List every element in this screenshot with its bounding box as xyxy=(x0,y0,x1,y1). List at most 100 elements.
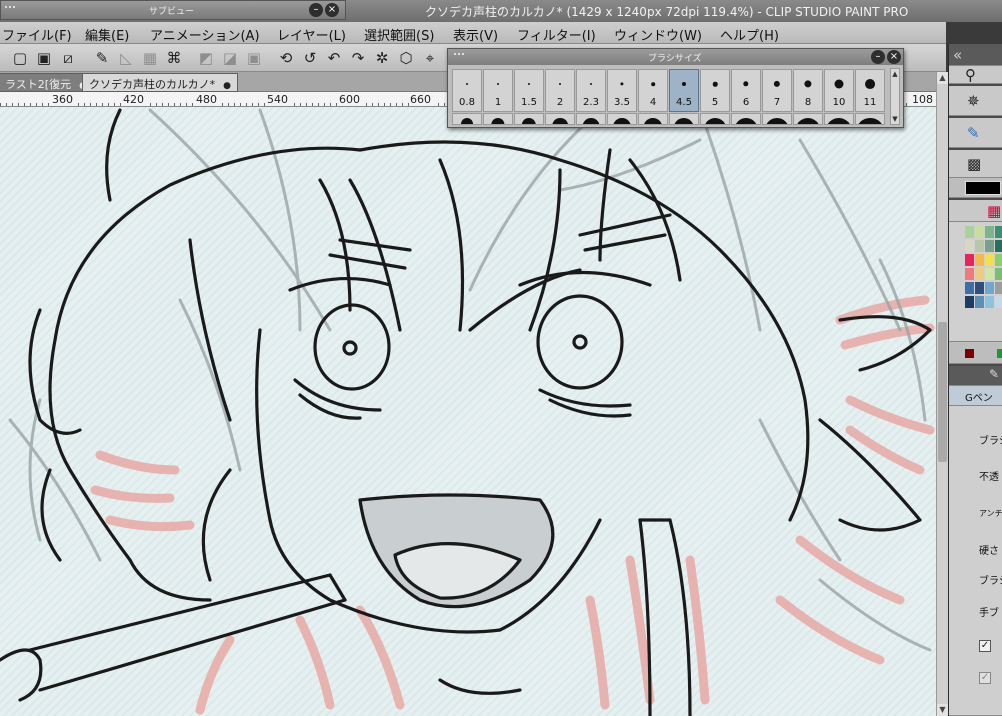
scroll-down-icon[interactable]: ▼ xyxy=(937,704,948,716)
menu-selection[interactable]: 選択範囲(S) xyxy=(364,25,434,44)
color-swatch[interactable] xyxy=(975,282,984,294)
gpen-tool-icon[interactable]: ✎ xyxy=(967,124,980,142)
pen-tool-icon[interactable]: ✎ xyxy=(92,48,112,68)
brush-size-option[interactable] xyxy=(762,113,792,125)
pen-tool-icon[interactable]: ⚲ xyxy=(965,66,976,84)
color-swatch[interactable] xyxy=(965,254,974,266)
brush-size-option[interactable]: 6 xyxy=(731,69,761,112)
brush-tool-icon[interactable]: ✵ xyxy=(967,92,980,110)
drawing-canvas[interactable] xyxy=(0,107,936,716)
shape-icon[interactable]: ⬡ xyxy=(396,48,416,68)
clear-icon[interactable]: ⧄ xyxy=(58,48,78,68)
color-set-icon[interactable]: ▦ xyxy=(987,202,1001,220)
tab-illust2[interactable]: ラスト2[復元● xyxy=(0,73,94,92)
brush-size-option[interactable] xyxy=(638,113,668,125)
close-icon[interactable]: × xyxy=(887,50,901,64)
color-swatch[interactable] xyxy=(985,226,994,238)
prop-hardness[interactable]: 硬さ xyxy=(979,542,999,557)
fill-icon[interactable]: ◪ xyxy=(220,48,240,68)
brush-size-option[interactable]: 2.3 xyxy=(576,69,606,112)
eyedropper-icon[interactable]: ⌖ xyxy=(420,48,440,68)
color-swatch[interactable] xyxy=(975,240,984,252)
color-chip[interactable] xyxy=(965,349,974,358)
checkbox[interactable]: ✓ xyxy=(979,640,991,652)
color-swatch[interactable] xyxy=(995,268,1002,280)
color-swatch[interactable] xyxy=(975,268,984,280)
brush-size-option[interactable]: 3.5 xyxy=(607,69,637,112)
color-swatch[interactable] xyxy=(985,282,994,294)
scroll-up-icon[interactable]: ▲ xyxy=(891,70,899,78)
color-swatch[interactable] xyxy=(995,254,1002,266)
panel-collapse-icon[interactable]: « xyxy=(953,46,962,64)
prop-brush-size[interactable]: ブラシ xyxy=(979,432,1002,447)
brush-size-option[interactable] xyxy=(824,113,854,125)
scroll-thumb[interactable] xyxy=(938,322,947,462)
scroll-up-icon[interactable]: ▲ xyxy=(937,72,948,84)
brush-size-option[interactable] xyxy=(452,113,482,125)
menu-edit[interactable]: 編集(E) xyxy=(85,25,129,44)
brush-size-option[interactable]: 4.5 xyxy=(669,69,699,112)
fill-tool-icon[interactable]: ▩ xyxy=(967,155,981,173)
brush-size-option[interactable]: 1 xyxy=(483,69,513,112)
settings-icon[interactable]: ✲ xyxy=(372,48,392,68)
prop-stabilization[interactable]: 手ブ xyxy=(979,604,999,619)
color-swatch[interactable] xyxy=(995,296,1002,308)
color-chip[interactable] xyxy=(997,349,1002,358)
flip-icon[interactable]: ◩ xyxy=(196,48,216,68)
transform-icon[interactable]: ▦ xyxy=(140,48,160,68)
menu-help[interactable]: ヘルプ(H) xyxy=(720,25,779,44)
color-swatch[interactable] xyxy=(965,296,974,308)
color-swatch[interactable] xyxy=(965,282,974,294)
minimize-icon[interactable]: – xyxy=(309,3,323,17)
color-swatch[interactable] xyxy=(975,296,984,308)
color-swatch[interactable] xyxy=(995,226,1002,238)
menu-filter[interactable]: フィルター(I) xyxy=(517,25,596,44)
color-swatch[interactable] xyxy=(985,254,994,266)
minimize-icon[interactable]: – xyxy=(871,50,885,64)
vertical-scrollbar[interactable]: ▲ ▼ xyxy=(936,72,948,716)
color-swatch[interactable] xyxy=(965,240,974,252)
color-swatch[interactable] xyxy=(965,268,974,280)
brush-size-palette-header[interactable]: ブラシサイズ – × xyxy=(448,49,903,65)
main-color-swatch[interactable] xyxy=(965,181,1001,195)
brush-size-option[interactable]: 4 xyxy=(638,69,668,112)
save-icon[interactable]: ▣ xyxy=(34,48,54,68)
drag-grip-icon[interactable] xyxy=(454,53,464,61)
menu-layer[interactable]: レイヤー(L) xyxy=(277,25,346,44)
menu-view[interactable]: 表示(V) xyxy=(453,25,498,44)
close-icon[interactable]: × xyxy=(325,3,339,17)
brush-size-option[interactable]: 5 xyxy=(700,69,730,112)
menu-window[interactable]: ウィンドウ(W) xyxy=(614,25,702,44)
color-swatch[interactable] xyxy=(985,240,994,252)
brush-size-option[interactable]: 10 xyxy=(824,69,854,112)
select-icon[interactable]: ▣ xyxy=(244,48,264,68)
brush-size-option[interactable] xyxy=(731,113,761,125)
brush-size-option[interactable] xyxy=(545,113,575,125)
brush-size-option[interactable] xyxy=(793,113,823,125)
redo-icon[interactable]: ↷ xyxy=(348,48,368,68)
brush-size-option[interactable] xyxy=(576,113,606,125)
brush-size-option[interactable] xyxy=(514,113,544,125)
brush-size-option[interactable]: 0.8 xyxy=(452,69,482,112)
brush-size-option[interactable]: 2 xyxy=(545,69,575,112)
ruler-icon[interactable]: ◺ xyxy=(116,48,136,68)
new-canvas-icon[interactable]: ▢ xyxy=(10,48,30,68)
color-swatch[interactable] xyxy=(985,296,994,308)
tab-karkano[interactable]: クソデカ声柱のカルカノ* ● xyxy=(82,73,239,92)
prop-brush-shape[interactable]: ブラシ xyxy=(979,572,1002,587)
prop-opacity[interactable]: 不透 xyxy=(979,468,999,483)
color-swatch[interactable] xyxy=(975,254,984,266)
brush-size-option[interactable] xyxy=(700,113,730,125)
undo-icon[interactable]: ↶ xyxy=(324,48,344,68)
color-swatch[interactable] xyxy=(995,282,1002,294)
drag-grip-icon[interactable] xyxy=(5,6,15,14)
color-swatch[interactable] xyxy=(975,226,984,238)
rotate-icon[interactable]: ⟲ xyxy=(276,48,296,68)
color-swatch[interactable] xyxy=(965,226,974,238)
brush-size-option[interactable]: 8 xyxy=(793,69,823,112)
brush-size-option[interactable]: 7 xyxy=(762,69,792,112)
checkbox[interactable]: ✓ xyxy=(979,672,991,684)
brush-size-option[interactable] xyxy=(669,113,699,125)
brush-size-option[interactable]: 1.5 xyxy=(514,69,544,112)
brush-size-option[interactable] xyxy=(483,113,513,125)
